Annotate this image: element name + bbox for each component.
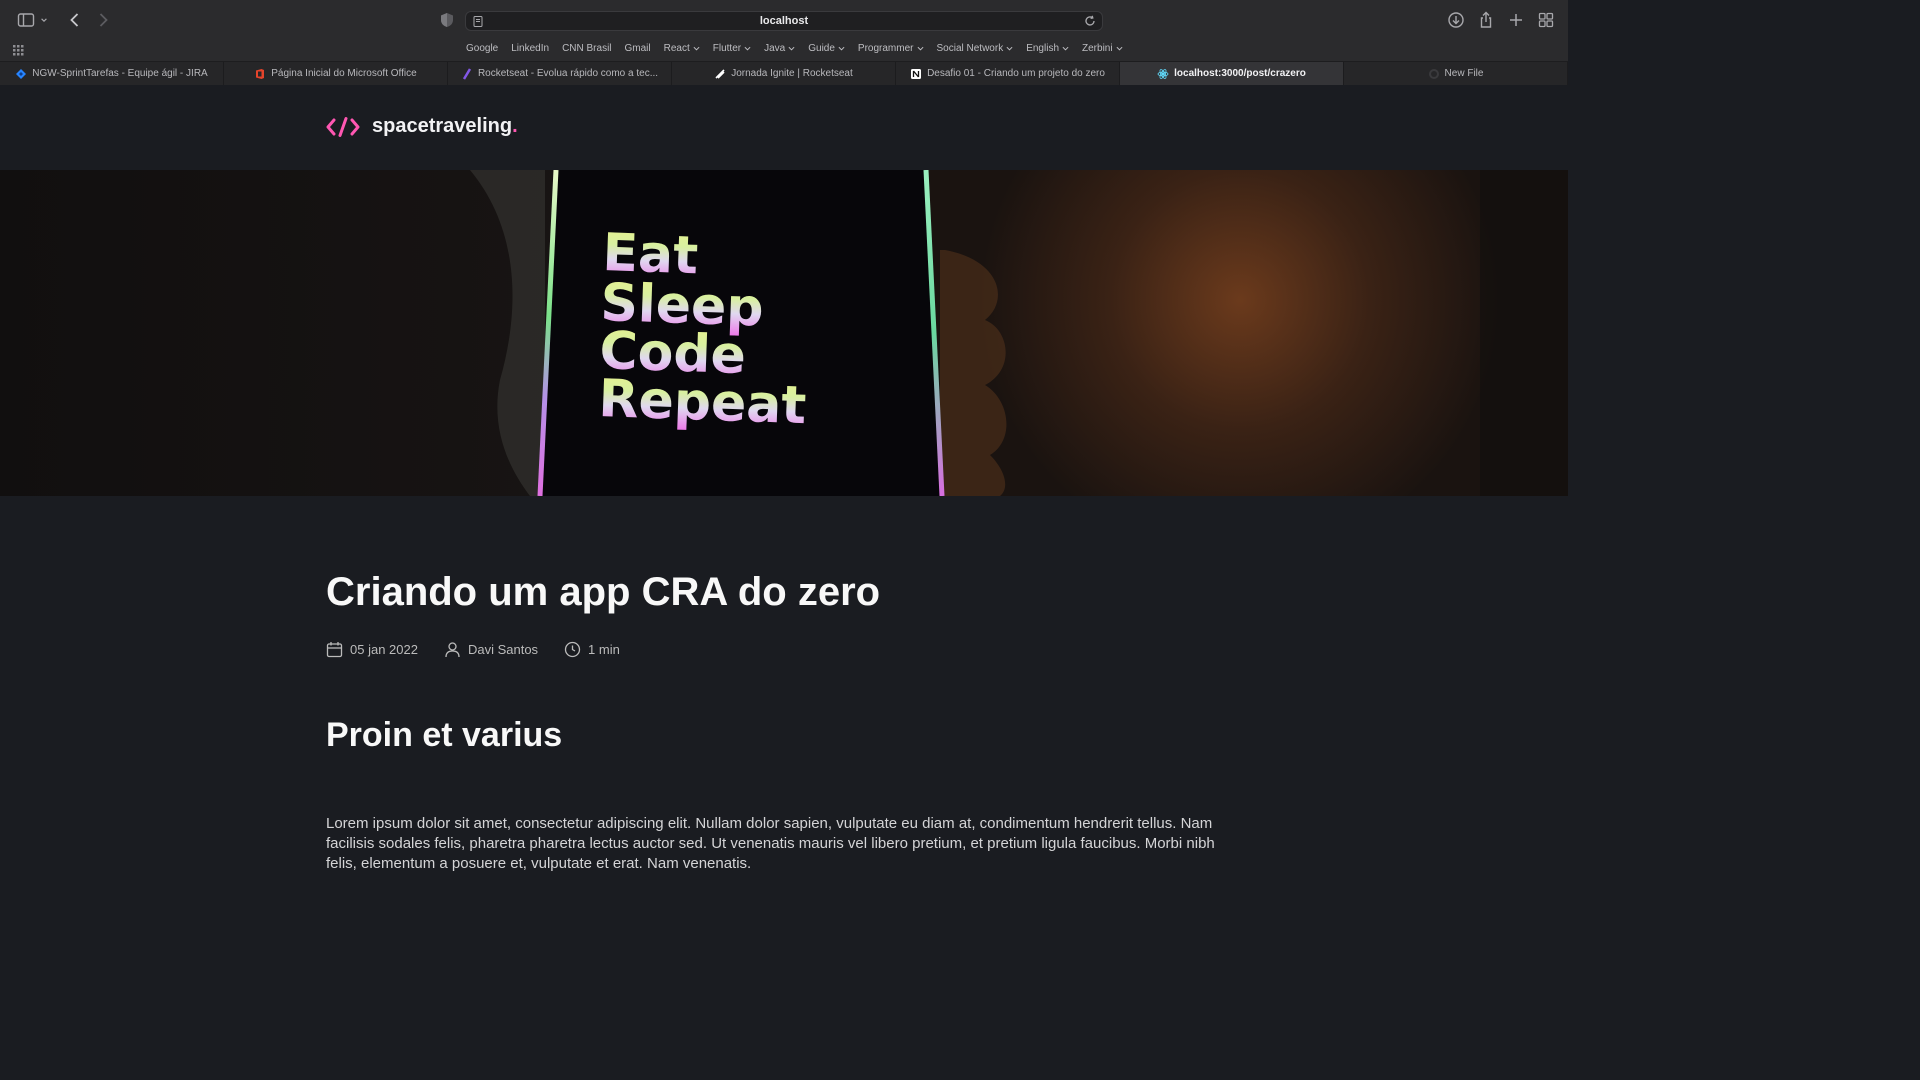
browser-chrome: localhost Google LinkedIn CNN Brasil Gmail R…: [0, 0, 1568, 85]
downloads-icon[interactable]: [1446, 10, 1466, 30]
tab-label: Rocketseat - Evolua rápido como a tec...: [477, 68, 659, 79]
tab-label: New File: [1444, 68, 1484, 79]
banner-word-repeat: Repeat: [598, 369, 808, 436]
sidebar-toggle-icon[interactable]: [16, 10, 36, 30]
privacy-shield-icon[interactable]: [437, 10, 457, 30]
post-info: 05 jan 2022 Davi Santos 1 min: [326, 641, 646, 658]
tab-label: Jornada Ignite | Rocketseat: [731, 68, 853, 79]
share-icon[interactable]: [1476, 10, 1496, 30]
bookmark-label: Gmail: [624, 43, 651, 54]
logo-text: spacetraveling: [372, 115, 513, 137]
bookmark-item[interactable]: Zerbini: [1082, 43, 1123, 54]
tab[interactable]: NGW-SprintTarefas - Equipe ágil - JIRA: [0, 62, 224, 85]
tab-overview-icon[interactable]: [1536, 10, 1556, 30]
chevron-down-icon: [917, 46, 923, 51]
post-author-text: Davi Santos: [467, 642, 539, 657]
calendar-icon: [326, 642, 343, 658]
new-tab-icon[interactable]: [1506, 10, 1526, 30]
bookmark-label: Java: [764, 43, 786, 54]
chevron-down-icon: [1116, 46, 1123, 51]
chevron-down-icon: [693, 46, 700, 51]
bookmark-item[interactable]: Java: [764, 43, 795, 54]
rocket-icon: [714, 68, 726, 80]
apps-grid-icon[interactable]: [12, 43, 26, 57]
bookmark-item[interactable]: React: [664, 43, 700, 54]
bookmark-item[interactable]: LinkedIn: [511, 43, 549, 54]
url-text: localhost: [759, 15, 809, 27]
chevron-down-icon: [788, 46, 795, 51]
browser-toolbar: localhost: [0, 0, 1568, 40]
bookmark-item[interactable]: English: [1026, 43, 1069, 54]
tab[interactable]: Jornada Ignite | Rocketseat: [672, 62, 896, 85]
post-title: Criando um app CRA do zero: [326, 570, 881, 614]
chevron-down-icon: [1062, 46, 1069, 51]
post-paragraph: Lorem ipsum dolor sit amet, consectetur …: [326, 815, 1215, 872]
chevron-down-icon: [744, 46, 751, 51]
tab-label: Página Inicial do Microsoft Office: [271, 68, 417, 79]
tab[interactable]: Página Inicial do Microsoft Office: [224, 62, 448, 85]
office-icon: [254, 68, 266, 80]
tab[interactable]: Rocketseat - Evolua rápido como a tec...: [448, 62, 672, 85]
tab-label: NGW-SprintTarefas - Equipe ágil - JIRA: [32, 68, 208, 79]
bookmark-item[interactable]: Social Network: [937, 43, 1014, 54]
post-reading-time: 1 min: [564, 641, 620, 658]
bookmark-label: Flutter: [712, 43, 742, 54]
bookmark-label: Programmer: [857, 43, 914, 54]
post-date-text: 05 jan 2022: [350, 642, 418, 657]
code-brackets-icon: [326, 116, 360, 137]
user-icon: [445, 642, 460, 658]
rocketseat-icon: [461, 67, 473, 80]
bookmark-label: Zerbini: [1082, 43, 1113, 54]
site-logo[interactable]: spacetraveling.: [326, 115, 518, 138]
forward-icon[interactable]: [93, 10, 113, 30]
bookmarks-bar: Google LinkedIn CNN Brasil Gmail React Flutte…: [0, 40, 1568, 60]
bookmark-item[interactable]: Guide: [808, 43, 845, 54]
bookmark-label: English: [1026, 43, 1060, 54]
github-icon: [1428, 68, 1440, 80]
chevron-down-icon: [838, 46, 845, 51]
tab-label: localhost:3000/post/crazero: [1174, 68, 1306, 79]
bookmark-label: React: [663, 43, 690, 54]
notion-icon: [910, 68, 922, 80]
bookmark-label: Social Network: [936, 43, 1004, 54]
bookmark-label: Google: [466, 43, 499, 54]
bookmark-label: Guide: [808, 43, 835, 54]
address-bar[interactable]: localhost: [465, 11, 1103, 31]
post-banner-image: Eat Sleep Code Repeat: [0, 170, 1568, 496]
tab-strip: NGW-SprintTarefas - Equipe ágil - JIRA Pá…: [0, 61, 1568, 85]
react-icon: [1157, 68, 1169, 80]
reload-icon[interactable]: [1084, 15, 1096, 27]
chevron-down-icon: [1006, 46, 1013, 51]
section-heading: Proin et varius: [326, 716, 563, 754]
bookmarks-list: Google LinkedIn CNN Brasil Gmail React Flutte…: [466, 43, 1136, 54]
post-reading-time-text: 1 min: [588, 642, 620, 657]
back-icon[interactable]: [65, 10, 85, 30]
tab[interactable]: Desafio 01 - Criando um projeto do zero: [896, 62, 1120, 85]
bookmark-item[interactable]: Programmer: [858, 43, 924, 54]
tab[interactable]: New File: [1344, 62, 1568, 85]
bookmark-label: CNN Brasil: [562, 43, 612, 54]
bookmark-item[interactable]: CNN Brasil: [562, 43, 611, 54]
bookmark-label: LinkedIn: [511, 43, 550, 54]
post-author: Davi Santos: [444, 641, 538, 658]
clock-icon: [564, 641, 581, 658]
bookmark-item[interactable]: Flutter: [713, 43, 751, 54]
jira-icon: [15, 68, 27, 80]
chevron-down-icon[interactable]: [38, 10, 50, 30]
site-header: spacetraveling.: [0, 85, 1568, 170]
bookmark-item[interactable]: Gmail: [625, 43, 651, 54]
post-date: 05 jan 2022: [326, 641, 418, 658]
logo-dot: .: [512, 115, 518, 137]
tab-label: Desafio 01 - Criando um projeto do zero: [927, 68, 1105, 79]
bookmark-item[interactable]: Google: [466, 43, 498, 54]
tab-active[interactable]: localhost:3000/post/crazero: [1120, 62, 1344, 85]
